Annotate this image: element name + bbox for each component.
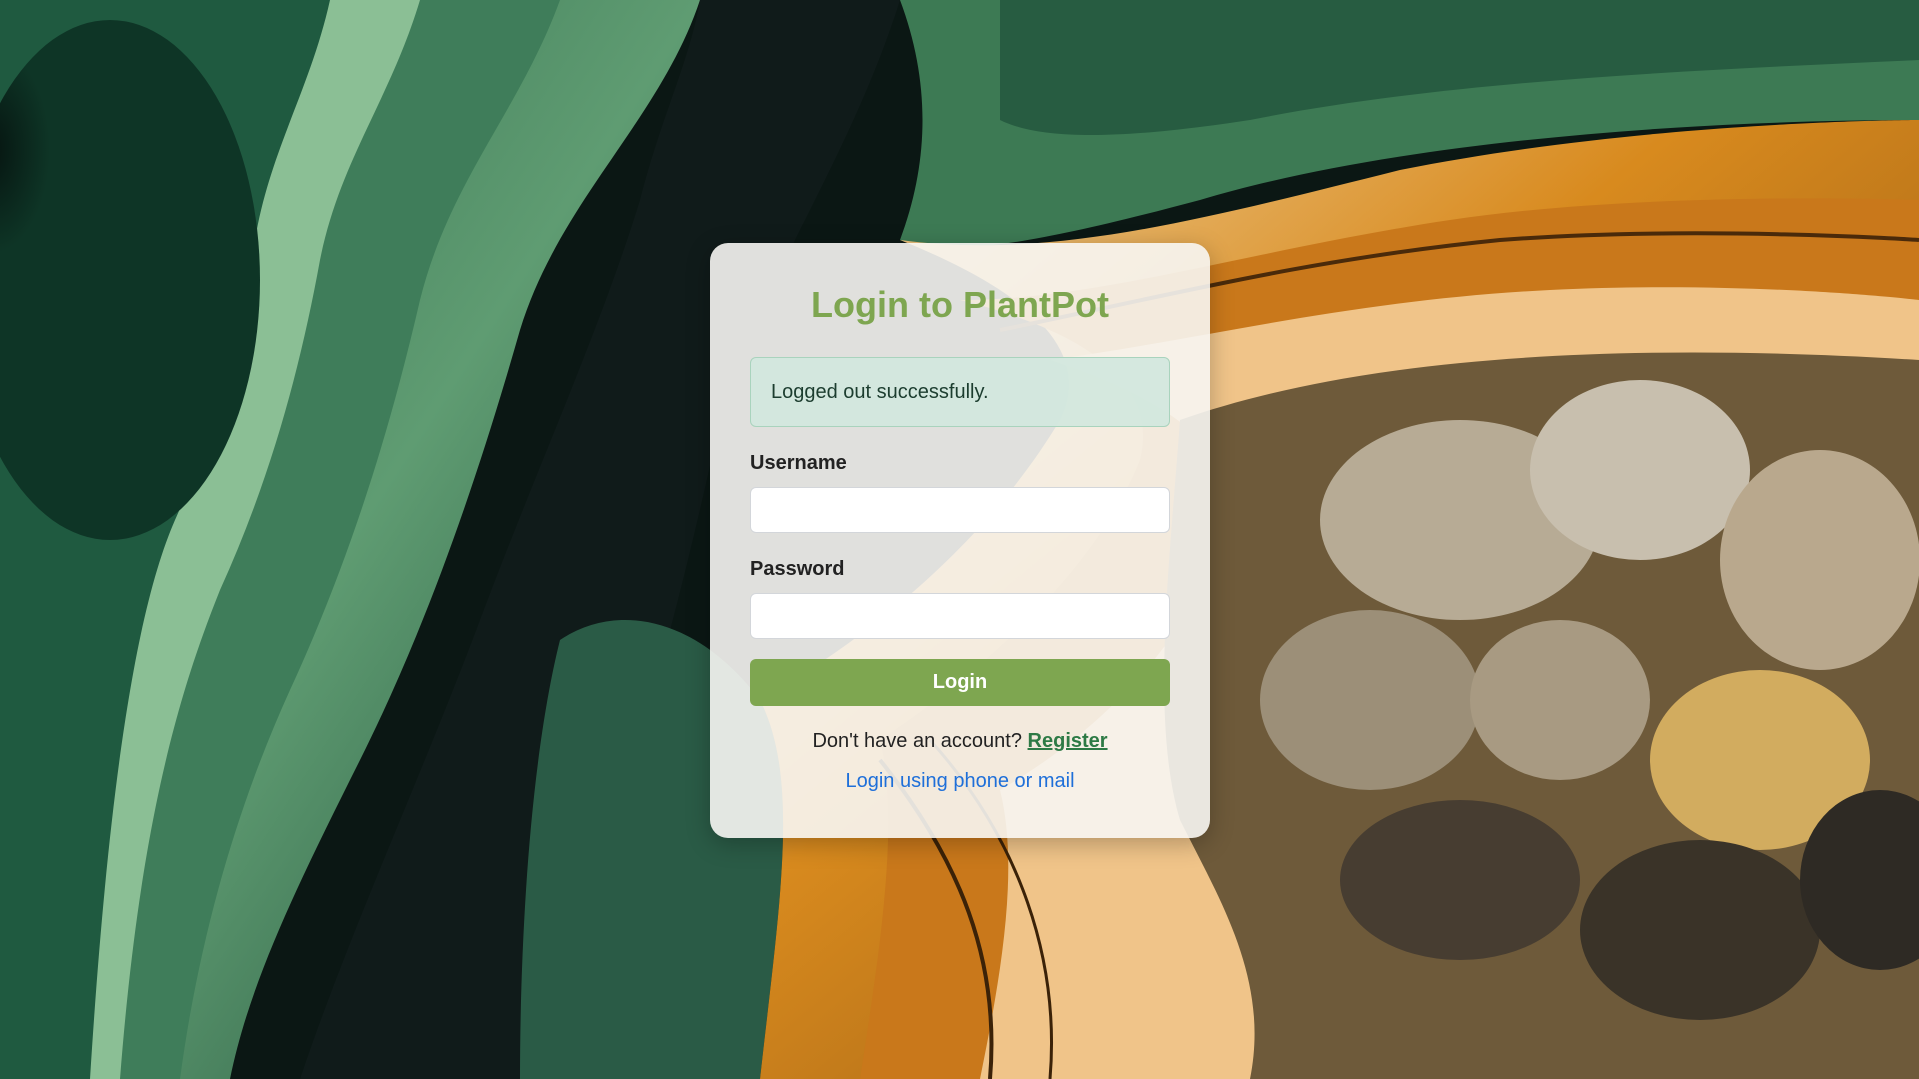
logout-success-alert: Logged out successfully. <box>750 357 1170 427</box>
username-input[interactable] <box>750 487 1170 533</box>
page-title: Login to PlantPot <box>811 284 1109 325</box>
password-input[interactable] <box>750 593 1170 639</box>
register-prompt-text: Don't have an account? <box>812 730 1022 752</box>
register-prompt-line: Don't have an account? Register <box>750 728 1170 754</box>
username-label: Username <box>750 452 847 474</box>
alert-message: Logged out successfully. <box>771 380 989 403</box>
login-phone-or-mail-link[interactable]: Login using phone or mail <box>750 768 1170 794</box>
login-button[interactable]: Login <box>750 659 1170 706</box>
register-link[interactable]: Register <box>1028 730 1108 752</box>
password-label: Password <box>750 558 845 580</box>
login-card: Login to PlantPot Logged out successfull… <box>710 243 1210 838</box>
